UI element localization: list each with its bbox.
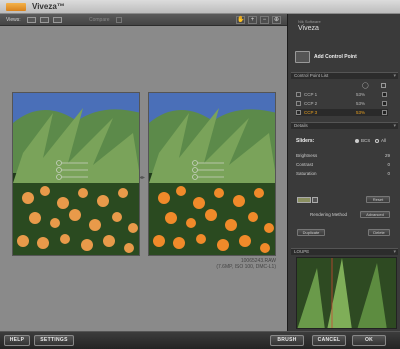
- control-point-percent: 53%: [356, 92, 366, 97]
- details-header[interactable]: Details ▾: [291, 122, 398, 129]
- slider-value: 0: [387, 162, 390, 167]
- after-image[interactable]: [148, 92, 276, 256]
- compare-arrow-icon: ◂▸: [139, 175, 146, 181]
- collapse-icon[interactable]: ▾: [393, 73, 396, 79]
- preview-canvas[interactable]: ◂▸ 10065243.RAW (7.6MP, ISO 100, DMC-L1): [0, 26, 287, 331]
- image-details: (7.6MP, ISO 100, DMC-L1): [216, 264, 276, 270]
- select-all-checkbox[interactable]: [381, 83, 386, 88]
- ok-button[interactable]: OK: [352, 335, 386, 346]
- after-image-art: [149, 93, 275, 255]
- bcs-radio[interactable]: [355, 139, 359, 143]
- color-picker-icon[interactable]: [312, 197, 318, 203]
- bcs-label: BCS: [361, 138, 371, 143]
- row-checkbox[interactable]: [296, 101, 301, 106]
- help-button[interactable]: HELP: [4, 335, 30, 346]
- view-single-button[interactable]: [27, 17, 36, 23]
- row-swatch[interactable]: [382, 92, 387, 97]
- saturation-slider[interactable]: Saturation 0: [296, 170, 392, 177]
- control-point-percent: 53%: [356, 110, 366, 115]
- before-image-art: [13, 93, 139, 255]
- control-point-name: CCP 2: [304, 101, 318, 106]
- pin-icon[interactable]: ⊕: [272, 16, 281, 24]
- control-point-row-selected[interactable]: CCP 3 53%: [296, 109, 388, 116]
- delete-button[interactable]: Delete: [368, 229, 390, 236]
- loupe-view: [296, 257, 397, 329]
- control-point-list-title: Control Point List: [294, 73, 329, 78]
- image-info: 10065243.RAW (7.6MP, ISO 100, DMC-L1): [190, 258, 276, 270]
- visibility-icon[interactable]: ◯: [362, 82, 369, 89]
- bottom-bar: HELP SETTINGS BRUSH CANCEL OK: [0, 331, 400, 349]
- zoom-out-icon[interactable]: −: [260, 16, 269, 24]
- loupe-title: LOUPE: [294, 249, 310, 254]
- collapse-icon[interactable]: ▾: [393, 249, 396, 255]
- view-side-by-side-button[interactable]: [53, 17, 62, 23]
- brand-title: Viveza: [298, 25, 319, 32]
- reset-button[interactable]: Reset: [366, 196, 390, 203]
- collapse-icon[interactable]: ▾: [393, 123, 396, 129]
- nik-logo: [6, 3, 26, 11]
- slider-label: Saturation: [296, 171, 317, 176]
- toolbar: Views: Compare ✋ + − ⊕: [0, 14, 287, 26]
- views-label: Views:: [6, 17, 21, 23]
- settings-button[interactable]: SETTINGS: [34, 335, 74, 346]
- row-swatch[interactable]: [382, 101, 387, 106]
- control-panel: Nik Software Viveza Add Control Point Co…: [287, 14, 400, 331]
- compare-checkbox[interactable]: [116, 17, 122, 23]
- loupe-header[interactable]: LOUPE ▾: [291, 248, 398, 255]
- control-point-row[interactable]: CCP 1 53%: [296, 91, 388, 98]
- brand-subtitle: Nik Software: [298, 19, 321, 24]
- window-title: Viveza™: [32, 2, 65, 11]
- title-bar: Viveza™: [0, 0, 400, 14]
- control-point-name: CCP 3: [304, 110, 318, 115]
- brightness-slider[interactable]: Brightness 29: [296, 152, 392, 159]
- zoom-in-icon[interactable]: +: [248, 16, 257, 24]
- details-title: Details: [294, 123, 308, 128]
- rendering-method-select[interactable]: Advanced: [360, 211, 390, 218]
- control-point-name: CCP 1: [304, 92, 318, 97]
- rendering-method-label: Rendering Method: [310, 212, 348, 217]
- view-split-button[interactable]: [40, 17, 49, 23]
- add-control-point-label[interactable]: Add Control Point: [314, 54, 357, 60]
- slider-label: Contrast: [296, 162, 314, 167]
- row-swatch[interactable]: [382, 110, 387, 115]
- control-point-list-header[interactable]: Control Point List ▾: [291, 72, 398, 79]
- loupe-image: [297, 258, 396, 328]
- slider-label: Brightness: [296, 153, 318, 158]
- contrast-slider[interactable]: Contrast 0: [296, 161, 392, 168]
- cancel-button[interactable]: CANCEL: [312, 335, 346, 346]
- control-point-percent: 53%: [356, 101, 366, 106]
- slider-value: 29: [384, 153, 390, 158]
- all-radio[interactable]: [375, 139, 379, 143]
- add-control-point-icon[interactable]: [295, 51, 310, 63]
- row-checkbox[interactable]: [296, 110, 301, 115]
- duplicate-button[interactable]: Duplicate: [297, 229, 325, 236]
- row-checkbox[interactable]: [296, 92, 301, 97]
- sliders-label: Sliders:: [296, 138, 315, 144]
- color-swatch[interactable]: [297, 197, 311, 203]
- compare-label: Compare: [89, 17, 110, 23]
- hand-icon[interactable]: ✋: [236, 16, 245, 24]
- all-label: All: [381, 138, 387, 143]
- brush-button[interactable]: BRUSH: [270, 335, 304, 346]
- before-image[interactable]: [12, 92, 140, 256]
- control-point-row[interactable]: CCP 2 53%: [296, 100, 388, 107]
- slider-value: 0: [387, 171, 390, 176]
